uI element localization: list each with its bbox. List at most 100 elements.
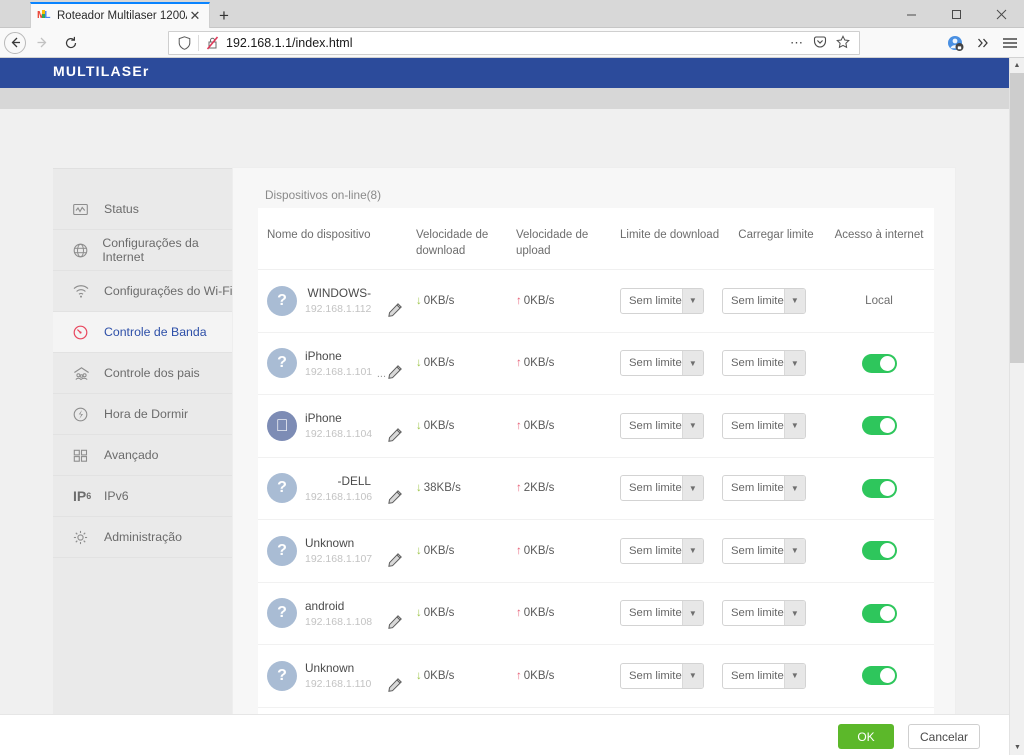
edit-device-name-icon[interactable]: [388, 303, 402, 320]
chevron-down-icon[interactable]: ▼: [784, 476, 805, 500]
device-cell: ? android 192.168.1.108: [258, 598, 416, 628]
maximize-button[interactable]: [934, 0, 979, 28]
ok-button[interactable]: OK: [838, 724, 894, 749]
chevron-down-icon[interactable]: ▼: [682, 351, 703, 375]
upload-arrow-icon: ↑: [516, 357, 522, 369]
download-limit-select[interactable]: Sem limite ▼: [620, 538, 704, 564]
download-limit-select[interactable]: Sem limite ▼: [620, 663, 704, 689]
upload-arrow-icon: ↑: [516, 482, 522, 494]
edit-device-name-icon[interactable]: [388, 490, 402, 507]
page-scrollbar[interactable]: ▲ ▼: [1009, 58, 1024, 755]
download-limit-value: Sem limite: [621, 607, 682, 619]
chevron-down-icon[interactable]: ▼: [784, 289, 805, 313]
edit-device-name-icon[interactable]: [388, 365, 402, 382]
download-limit-select[interactable]: Sem limite ▼: [620, 475, 704, 501]
sidebar-item-parental-control[interactable]: Controle dos pais: [53, 353, 233, 394]
overflow-chevrons-icon[interactable]: [976, 36, 990, 50]
upload-speed-value: 0KB/s: [524, 295, 555, 307]
upload-limit-value: Sem limite: [723, 482, 784, 494]
chevron-down-icon[interactable]: ▼: [784, 351, 805, 375]
scroll-down-arrow-icon[interactable]: ▼: [1010, 740, 1024, 755]
chevron-down-icon[interactable]: ▼: [784, 539, 805, 563]
upload-speed-value: 0KB/s: [524, 607, 555, 619]
sidebar-item-status[interactable]: Status: [53, 189, 233, 230]
upload-limit-select[interactable]: Sem limite ▼: [722, 288, 806, 314]
pocket-icon[interactable]: [813, 35, 827, 52]
reload-icon[interactable]: [56, 30, 86, 56]
upload-limit-select[interactable]: Sem limite ▼: [722, 350, 806, 376]
chevron-down-icon[interactable]: ▼: [784, 601, 805, 625]
tab-title: Roteador Multilaser 1200AC: [57, 10, 187, 22]
name-ellipsis: ...: [377, 368, 386, 380]
account-icon[interactable]: [947, 35, 964, 52]
download-arrow-icon: ↓: [416, 295, 422, 307]
chevron-down-icon[interactable]: ▼: [682, 476, 703, 500]
internet-access-toggle[interactable]: [862, 604, 897, 623]
sidebar-item-internet-settings[interactable]: Configurações da Internet: [53, 230, 233, 271]
scroll-up-arrow-icon[interactable]: ▲: [1010, 58, 1024, 73]
chevron-down-icon[interactable]: ▼: [682, 601, 703, 625]
internet-access-cell: [830, 354, 928, 373]
internet-access-toggle[interactable]: [862, 541, 897, 560]
download-speed-value: 0KB/s: [424, 357, 455, 369]
download-speed-value: 0KB/s: [424, 545, 455, 557]
hamburger-menu-icon[interactable]: [1002, 36, 1018, 50]
upload-limit-select[interactable]: Sem limite ▼: [722, 413, 806, 439]
col-download-speed: Velocidade de download: [416, 227, 516, 259]
insecure-lock-icon[interactable]: [204, 36, 220, 50]
sidebar-item-advanced[interactable]: Avançado: [53, 435, 233, 476]
sidebar-item-administration[interactable]: Administração: [53, 517, 233, 558]
internet-access-toggle[interactable]: [862, 666, 897, 685]
sidebar-item-label: Status: [104, 202, 139, 216]
cancel-button[interactable]: Cancelar: [908, 724, 980, 749]
download-speed-cell: ↓0KB/s: [416, 607, 516, 619]
sidebar-item-label: IPv6: [104, 489, 129, 503]
download-limit-select[interactable]: Sem limite ▼: [620, 350, 704, 376]
sidebar-item-ipv6[interactable]: IP6 IPv6: [53, 476, 233, 517]
scrollbar-thumb[interactable]: [1010, 73, 1024, 363]
download-limit-select[interactable]: Sem limite ▼: [620, 288, 704, 314]
sidebar-item-bandwidth-control[interactable]: Controle de Banda: [53, 312, 233, 353]
chevron-down-icon[interactable]: ▼: [682, 289, 703, 313]
chevron-down-icon[interactable]: ▼: [682, 539, 703, 563]
card-footer: OK Cancelar: [0, 714, 1009, 755]
new-tab-button[interactable]: +: [212, 4, 236, 28]
chevron-down-icon[interactable]: ▼: [682, 664, 703, 688]
upload-arrow-icon: ↑: [516, 670, 522, 682]
download-limit-select[interactable]: Sem limite ▼: [620, 413, 704, 439]
close-window-button[interactable]: [979, 0, 1024, 28]
chevron-down-icon[interactable]: ▼: [784, 414, 805, 438]
upload-limit-select[interactable]: Sem limite ▼: [722, 663, 806, 689]
wifi-icon: [73, 284, 95, 299]
url-bar[interactable]: 192.168.1.1/index.html ⋯: [168, 31, 860, 55]
edit-device-name-icon[interactable]: [388, 615, 402, 632]
sidebar-item-bedtime[interactable]: Hora de Dormir: [53, 394, 233, 435]
table-header-row: Nome do dispositivo Velocidade de downlo…: [258, 208, 934, 270]
col-download-limit: Limite de download: [620, 227, 722, 243]
multilaser-logo: MULTILASEr: [53, 63, 150, 79]
edit-device-name-icon[interactable]: [388, 428, 402, 445]
internet-access-toggle[interactable]: [862, 354, 897, 373]
upload-limit-value: Sem limite: [723, 670, 784, 682]
minimize-button[interactable]: [889, 0, 934, 28]
sidebar-item-wifi-settings[interactable]: Configurações do Wi-Fi: [53, 271, 233, 312]
edit-device-name-icon[interactable]: [388, 678, 402, 695]
chevron-down-icon[interactable]: ▼: [784, 664, 805, 688]
back-icon[interactable]: [4, 32, 26, 54]
download-limit-select[interactable]: Sem limite ▼: [620, 600, 704, 626]
page-actions-icon[interactable]: ⋯: [790, 35, 804, 51]
download-speed-cell: ↓0KB/s: [416, 295, 516, 307]
internet-access-toggle[interactable]: [862, 416, 897, 435]
edit-device-name-icon[interactable]: [388, 553, 402, 570]
chevron-down-icon[interactable]: ▼: [682, 414, 703, 438]
bookmark-star-icon[interactable]: [836, 35, 850, 52]
upload-limit-select[interactable]: Sem limite ▼: [722, 600, 806, 626]
question-avatar-icon: ?: [267, 661, 297, 691]
tracking-protection-shield-icon[interactable]: [175, 36, 193, 50]
question-avatar-icon: ?: [267, 473, 297, 503]
close-tab-icon[interactable]: ✕: [187, 8, 203, 24]
browser-tab[interactable]: ML Roteador Multilaser 1200AC ✕: [30, 2, 210, 28]
internet-access-toggle[interactable]: [862, 479, 897, 498]
upload-limit-select[interactable]: Sem limite ▼: [722, 538, 806, 564]
upload-limit-select[interactable]: Sem limite ▼: [722, 475, 806, 501]
